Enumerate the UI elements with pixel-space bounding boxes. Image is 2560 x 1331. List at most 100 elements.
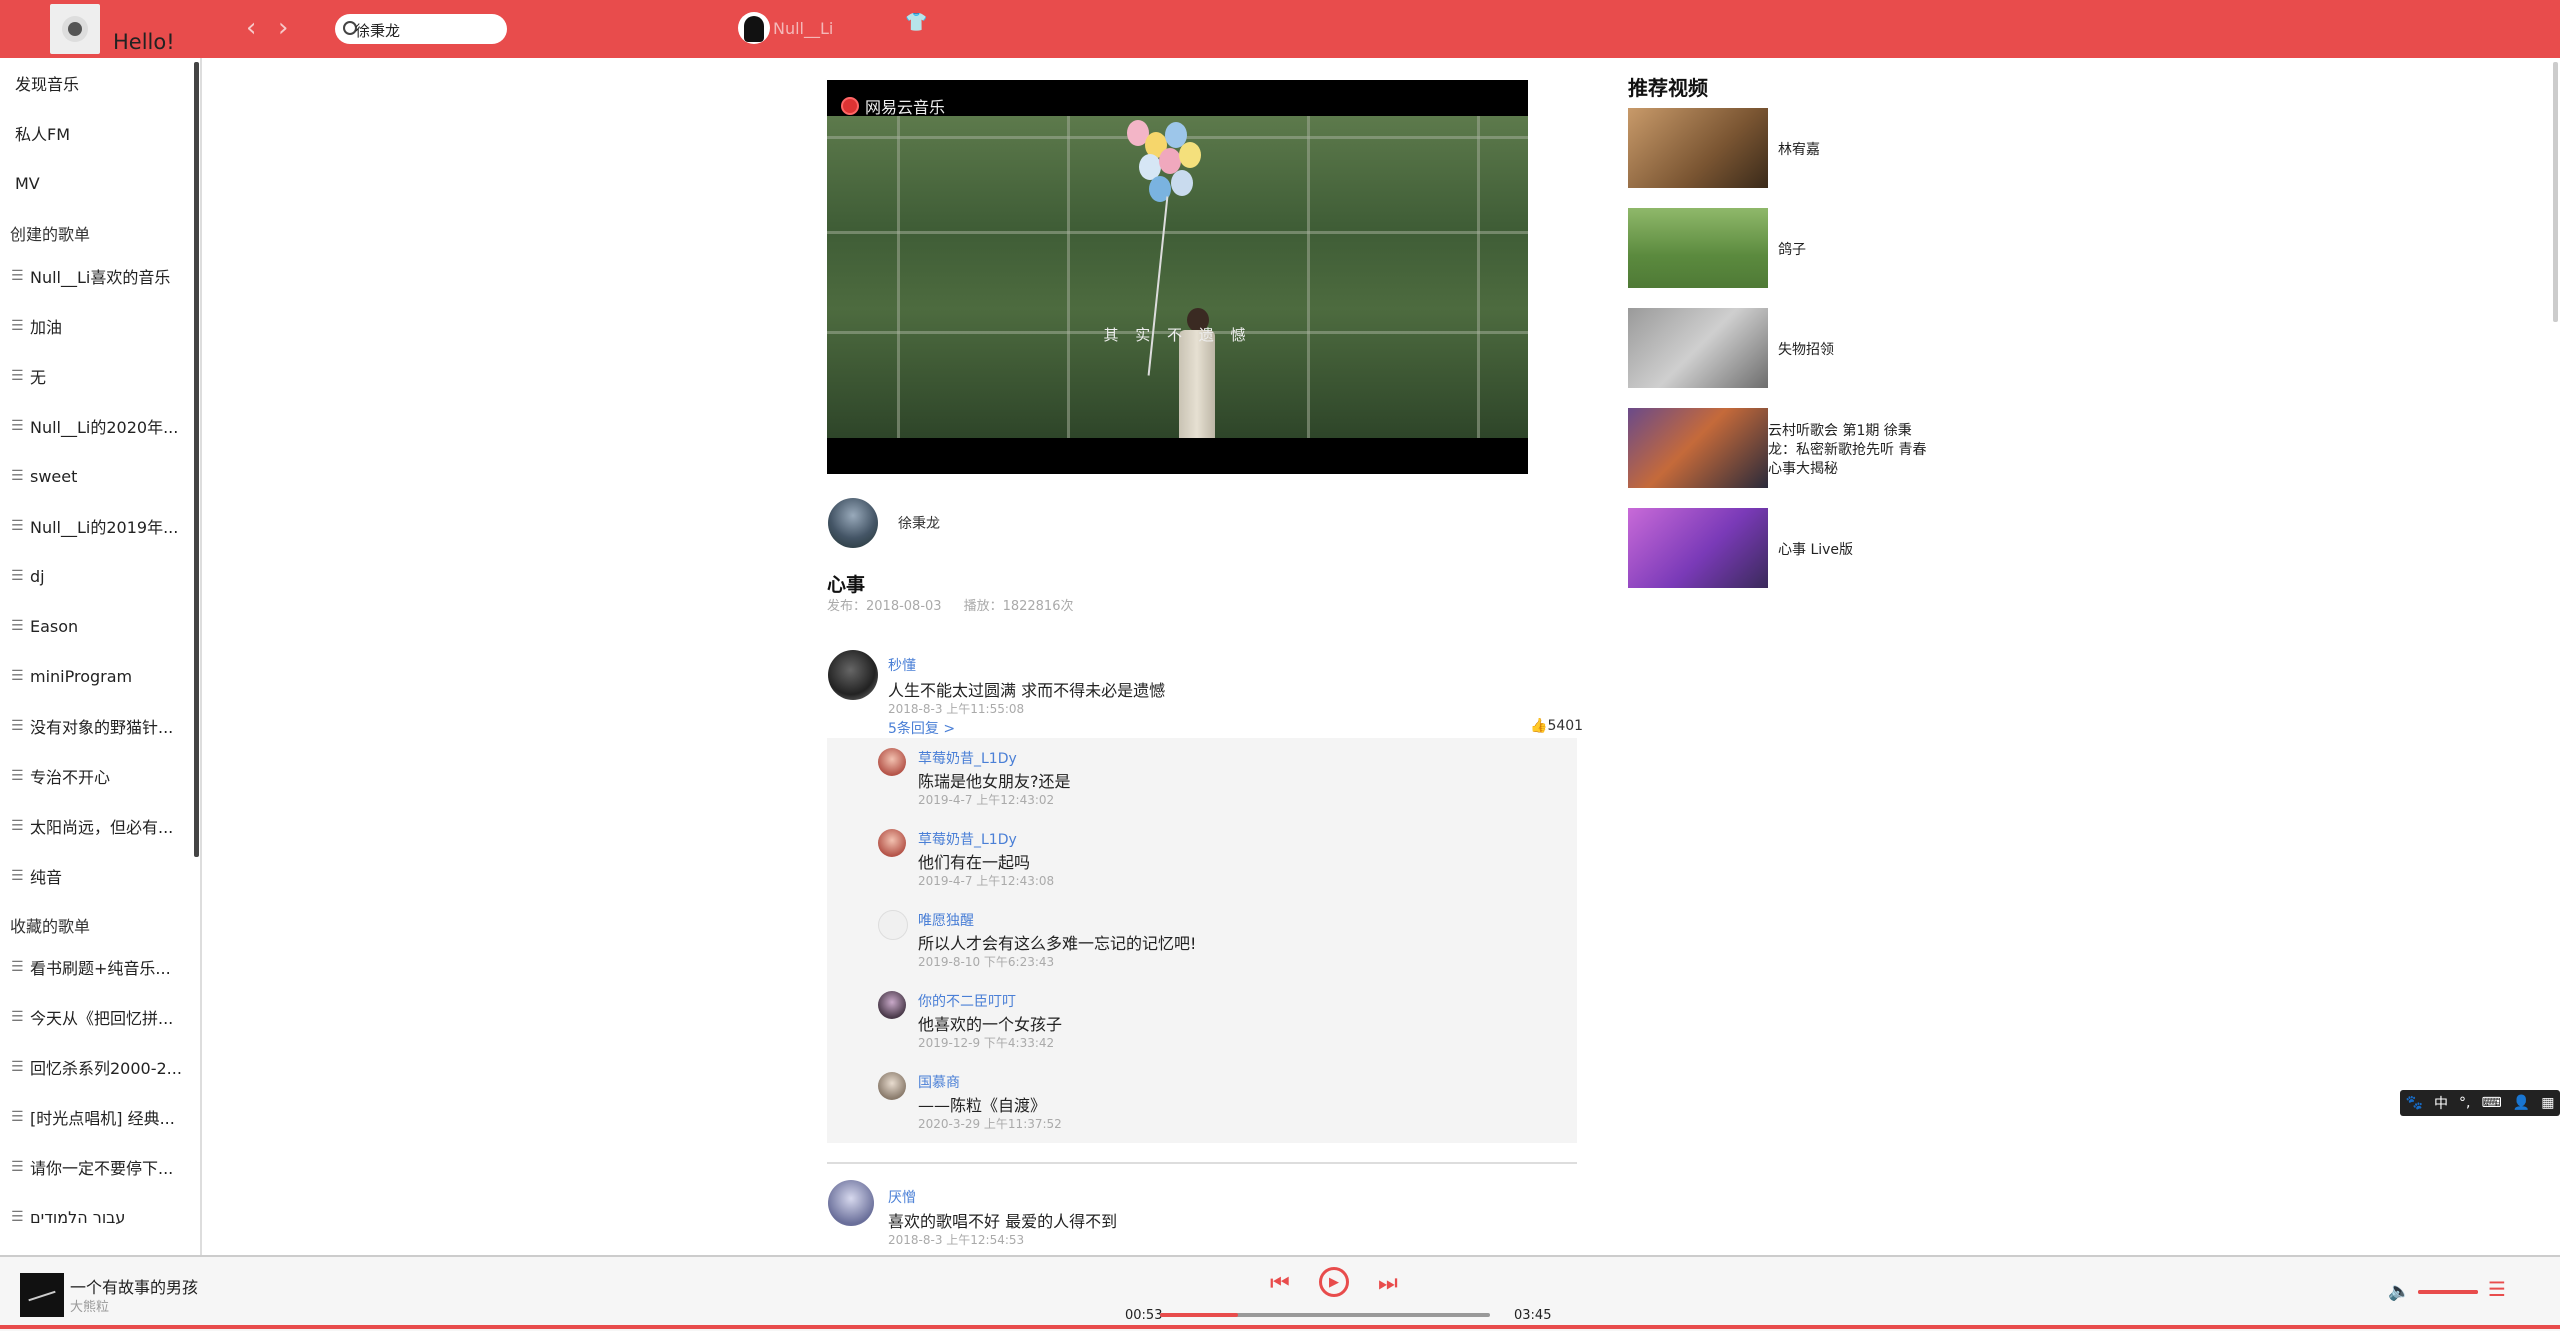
playlist-item[interactable]: ☰ 无 xyxy=(0,351,200,401)
recommend-thumb[interactable] xyxy=(1628,508,1768,588)
recommend-thumb[interactable] xyxy=(1628,308,1768,388)
recommend-label[interactable]: 云村听歌会 第1期 徐秉龙：私密新歌抢先听 青春心事大揭秘 xyxy=(1768,422,1938,479)
reply-avatar[interactable] xyxy=(878,991,906,1019)
created-playlists-title: 创建的歌单 xyxy=(10,225,91,244)
ime-toolbar[interactable]: 🐾 中 °, ⌨ 👤 ▦ xyxy=(2400,1090,2560,1116)
paw-icon[interactable]: 🐾 xyxy=(2406,1095,2423,1111)
video-player[interactable]: 网易云音乐 其 实 不 遗 憾 xyxy=(827,80,1528,474)
video-frame xyxy=(827,116,1528,438)
sidebar-scrollbar[interactable] xyxy=(194,62,199,857)
next-track-icon[interactable]: ⏭ xyxy=(1378,1271,1398,1296)
sidebar-item-label: 私人FM xyxy=(15,125,71,144)
recommend-thumb[interactable] xyxy=(1628,208,1768,288)
watermark: 网易云音乐 xyxy=(841,94,945,118)
playlist-item[interactable]: ☰ miniProgram xyxy=(0,651,200,701)
playlist-label: 看书刷题+纯音乐... xyxy=(30,959,171,978)
playlist-item[interactable]: ☰ 太阳尚远，但必有... xyxy=(0,801,200,851)
reply-avatar[interactable] xyxy=(878,748,906,776)
list-icon: ☰ xyxy=(11,268,24,284)
list-icon: ☰ xyxy=(11,618,24,634)
playlist-label: Null__Li的2019年... xyxy=(30,518,179,537)
playlist-item[interactable]: ☰ Null__Li的2019年... xyxy=(0,501,200,551)
recommend-label[interactable]: 心事 Live版 xyxy=(1778,541,1853,560)
netease-logo-icon xyxy=(841,97,859,115)
duration: 03:45 xyxy=(1514,1308,1552,1323)
content-scrollbar[interactable] xyxy=(2553,62,2558,322)
recommend-thumb[interactable] xyxy=(1628,108,1768,188)
ime-lang[interactable]: 中 xyxy=(2434,1093,2448,1113)
grid-icon[interactable]: ▦ xyxy=(2541,1095,2554,1111)
playlist-item[interactable]: ☰ 今天从《把回忆拼... xyxy=(0,992,200,1042)
sidebar-item-fm[interactable]: 私人FM xyxy=(0,108,200,158)
search-box[interactable] xyxy=(335,14,507,44)
comment-avatar[interactable] xyxy=(828,650,878,700)
comment-text: 人生不能太过圆满 求而不得未必是遗憾 xyxy=(888,681,1166,700)
list-icon: ☰ xyxy=(11,868,24,884)
recommend-label[interactable]: 失物招领 xyxy=(1778,341,1834,360)
keyboard-icon[interactable]: ⌨ xyxy=(2482,1095,2502,1111)
playlist-item[interactable]: ☰ 加油 xyxy=(0,301,200,351)
playlist-item[interactable]: ☰ 专治不开心 xyxy=(0,751,200,801)
punctuation-icon[interactable]: °, xyxy=(2459,1095,2470,1111)
list-icon: ☰ xyxy=(11,468,24,484)
recommend-label[interactable]: 林宥嘉 xyxy=(1778,141,1820,160)
comment-avatar[interactable] xyxy=(828,1180,874,1226)
sidebar-item-mv[interactable]: MV xyxy=(0,158,200,208)
playlist-item[interactable]: ☰ 看书刷题+纯音乐... xyxy=(0,942,200,992)
playlist-label: dj xyxy=(30,566,45,586)
playlist-item[interactable]: ☰ עבור הלמודים xyxy=(0,1192,200,1242)
username-label[interactable]: Null__Li xyxy=(773,19,833,38)
author-avatar[interactable] xyxy=(828,498,878,548)
playlist-item[interactable]: ☰ Null__Li喜欢的音乐 xyxy=(0,251,200,301)
sidebar-item-discover[interactable]: 发现音乐 xyxy=(0,58,200,108)
playlist-label: 加油 xyxy=(30,318,63,337)
search-input[interactable] xyxy=(353,17,505,43)
playlist-item[interactable]: ☰ [时光点唱机] 经典... xyxy=(0,1092,200,1142)
current-time: 00:53 xyxy=(1125,1308,1163,1323)
reply-user[interactable]: 草莓奶昔_L1Dy xyxy=(918,829,1017,849)
recommend-thumb[interactable] xyxy=(1628,408,1768,488)
reply-user[interactable]: 唯愿独醒 xyxy=(918,910,974,930)
comment-time: 2018-8-3 上午12:54:53 xyxy=(888,1233,1025,1247)
progress-bar[interactable] xyxy=(1160,1313,1490,1317)
song-cover[interactable] xyxy=(20,1273,64,1317)
back-arrow-icon[interactable]: ‹ xyxy=(246,15,256,41)
comment-user[interactable]: 厌憎 xyxy=(888,1187,916,1207)
comment-replies-link[interactable]: 5条回复 > xyxy=(888,718,955,738)
reply-avatar[interactable] xyxy=(878,1072,906,1100)
reply-avatar[interactable] xyxy=(878,829,906,857)
playlist-item[interactable]: ☰ 请你一定不要停下... xyxy=(0,1142,200,1192)
playlist-item[interactable]: ☰ Null__Li的2020年... xyxy=(0,401,200,451)
user-icon[interactable]: 👤 xyxy=(2513,1095,2530,1111)
playlist-item[interactable]: ☰ 没有对象的野猫针... xyxy=(0,701,200,751)
skin-icon[interactable]: 👕 xyxy=(905,12,927,33)
reply-user[interactable]: 你的不二臣叮叮 xyxy=(918,991,1016,1011)
author-name[interactable]: 徐秉龙 xyxy=(898,513,940,533)
reply-user[interactable]: 草莓奶昔_L1Dy xyxy=(918,748,1017,768)
list-icon: ☰ xyxy=(11,318,24,334)
playlist-item[interactable]: ☰ dj xyxy=(0,551,200,601)
volume-icon[interactable]: 🔈 xyxy=(2388,1281,2410,1302)
player-bottom-strip xyxy=(0,1325,2560,1329)
reply-user[interactable]: 国慕商 xyxy=(918,1072,960,1092)
playlist-item[interactable]: ☰ sweet xyxy=(0,451,200,501)
playlist-item[interactable]: ☰ 回忆杀系列2000-2... xyxy=(0,1042,200,1092)
like-button[interactable]: 👍5401 xyxy=(1530,718,1583,734)
list-icon: ☰ xyxy=(11,959,24,975)
song-artist[interactable]: 大熊粒 xyxy=(70,1296,109,1315)
volume-slider[interactable] xyxy=(2418,1290,2478,1294)
reply-avatar[interactable] xyxy=(878,910,908,940)
playlist-item[interactable]: ☰ 纯音 xyxy=(0,851,200,901)
playlist-icon[interactable]: ☰ xyxy=(2488,1277,2506,1301)
user-avatar[interactable] xyxy=(738,12,770,44)
player-bar: 一个有故事的男孩 大熊粒 ⏮ ▶ ⏭ 00:53 03:45 🔈 ☰ xyxy=(0,1255,2560,1331)
play-button[interactable]: ▶ xyxy=(1319,1267,1349,1297)
recommend-label[interactable]: 鸽子 xyxy=(1778,241,1806,260)
thumbs-up-icon: 👍 xyxy=(1530,718,1548,734)
forward-arrow-icon[interactable]: › xyxy=(278,15,288,41)
playlist-item[interactable]: ☰ Eason xyxy=(0,601,200,651)
comment-user[interactable]: 秒懂 xyxy=(888,655,916,675)
comment-divider xyxy=(827,1162,1577,1164)
prev-track-icon[interactable]: ⏮ xyxy=(1270,1271,1290,1296)
song-title[interactable]: 一个有故事的男孩 xyxy=(70,1274,198,1298)
